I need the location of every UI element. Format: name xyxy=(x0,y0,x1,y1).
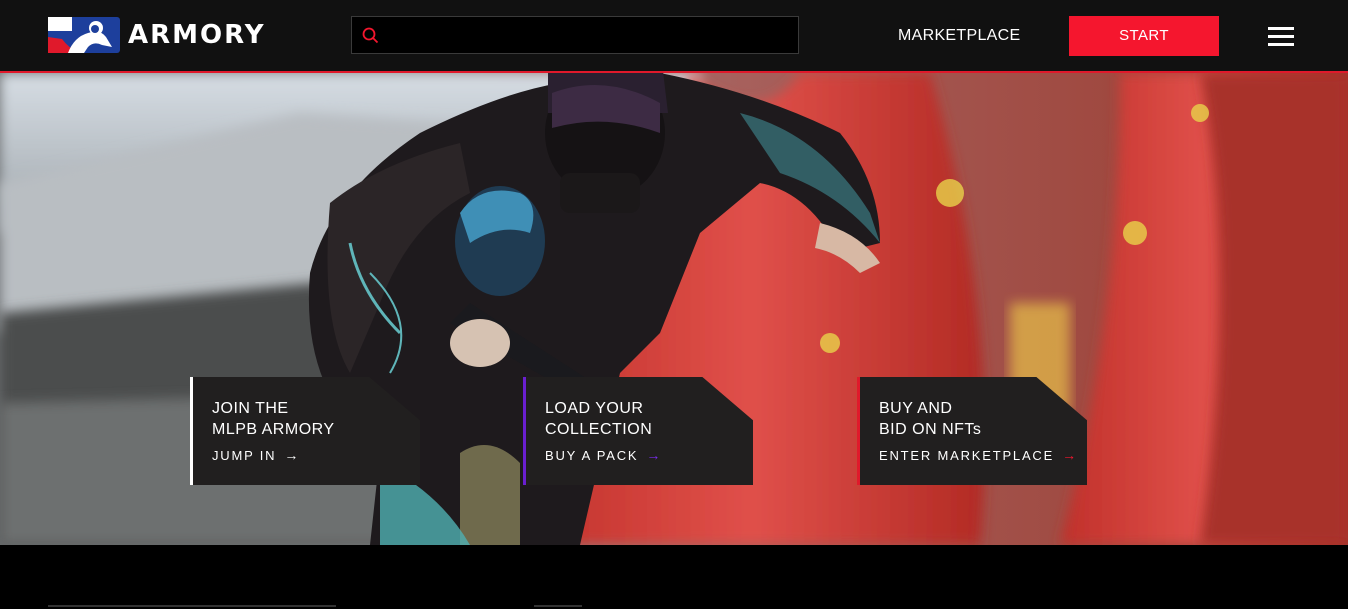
divider xyxy=(48,605,336,607)
brand-logo[interactable]: ARMORY xyxy=(48,17,266,53)
card-accent-bar xyxy=(857,377,860,485)
card-title: BUY AND BID ON NFTs xyxy=(879,400,982,438)
card-link-label: BUY A PACK xyxy=(545,447,639,463)
search-bar[interactable] xyxy=(351,16,799,55)
jump-in-link[interactable]: JUMP IN → xyxy=(212,447,420,463)
search-input[interactable] xyxy=(388,17,792,55)
card-accent-bar xyxy=(523,377,526,485)
brand-name: ARMORY xyxy=(128,20,266,50)
arrow-right-icon: → xyxy=(646,447,663,463)
page-section-bottom xyxy=(0,545,1348,609)
buy-bid-nfts-card[interactable]: BUY AND BID ON NFTs ENTER MARKETPLACE → xyxy=(857,377,1087,485)
card-link-label: JUMP IN xyxy=(212,447,277,463)
load-collection-card[interactable]: LOAD YOUR COLLECTION BUY A PACK → xyxy=(523,377,753,485)
start-button[interactable]: START xyxy=(1069,16,1219,56)
divider xyxy=(534,605,582,607)
arrow-right-icon: → xyxy=(1062,447,1078,463)
buy-a-pack-link[interactable]: BUY A PACK → xyxy=(545,447,753,463)
logo-mark-icon xyxy=(48,17,120,53)
card-title: JOIN THE MLPB ARMORY xyxy=(212,400,335,438)
join-armory-card[interactable]: JOIN THE MLPB ARMORY JUMP IN → xyxy=(190,377,420,485)
enter-marketplace-link[interactable]: ENTER MARKETPLACE → xyxy=(879,447,1087,463)
top-nav-bar: ARMORY MARKETPLACE START xyxy=(0,0,1348,73)
hamburger-menu-icon[interactable] xyxy=(1268,27,1294,47)
card-title: LOAD YOUR COLLECTION xyxy=(545,400,653,438)
search-icon[interactable] xyxy=(362,27,379,44)
marketplace-link[interactable]: MARKETPLACE xyxy=(898,27,1020,45)
arrow-right-icon: → xyxy=(284,447,301,463)
card-link-label: ENTER MARKETPLACE xyxy=(879,447,1055,463)
card-accent-bar xyxy=(190,377,193,485)
